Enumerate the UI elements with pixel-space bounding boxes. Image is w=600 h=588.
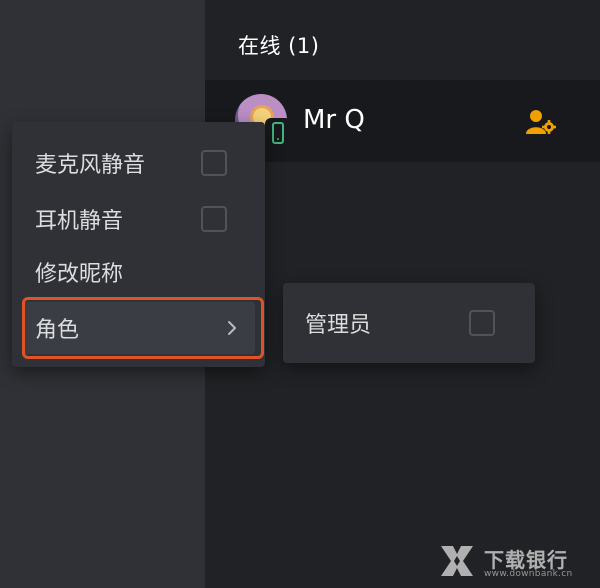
user-gear-icon <box>526 110 556 134</box>
watermark-url: www.downbank.cn <box>484 569 573 579</box>
phone-icon <box>272 122 284 144</box>
mute-microphone-checkbox[interactable] <box>201 150 227 176</box>
app-window: 在线 (1) Mr Q 麦克风静音 耳机静音 修改昵称 角色 管理员 下载银行 … <box>0 0 600 588</box>
menu-item-roles[interactable]: 角色 <box>22 302 255 354</box>
submenu-item-label: 管理员 <box>305 313 372 338</box>
menu-item-label: 耳机静音 <box>35 209 124 234</box>
chevron-right-icon <box>228 321 236 335</box>
watermark: 下载银行 www.downbank.cn <box>438 540 598 584</box>
submenu-item-admin[interactable]: 管理员 <box>283 297 535 349</box>
online-section-header: 在线 (1) <box>238 34 320 58</box>
roles-submenu: 管理员 <box>283 283 535 363</box>
mute-headphones-checkbox[interactable] <box>201 206 227 232</box>
menu-item-label: 麦克风静音 <box>35 153 146 178</box>
admin-role-checkbox[interactable] <box>469 310 495 336</box>
mobile-status-icon <box>265 118 291 150</box>
menu-item-label: 角色 <box>35 318 80 343</box>
member-name[interactable]: Mr Q <box>303 105 365 135</box>
downbank-logo-icon <box>441 546 473 576</box>
menu-item-mute-headphones[interactable]: 耳机静音 <box>22 193 255 245</box>
menu-item-mute-microphone[interactable]: 麦克风静音 <box>22 137 255 189</box>
menu-item-change-nickname[interactable]: 修改昵称 <box>22 246 255 298</box>
user-context-menu: 麦克风静音 耳机静音 修改昵称 角色 <box>12 122 265 367</box>
menu-item-label: 修改昵称 <box>35 262 124 287</box>
